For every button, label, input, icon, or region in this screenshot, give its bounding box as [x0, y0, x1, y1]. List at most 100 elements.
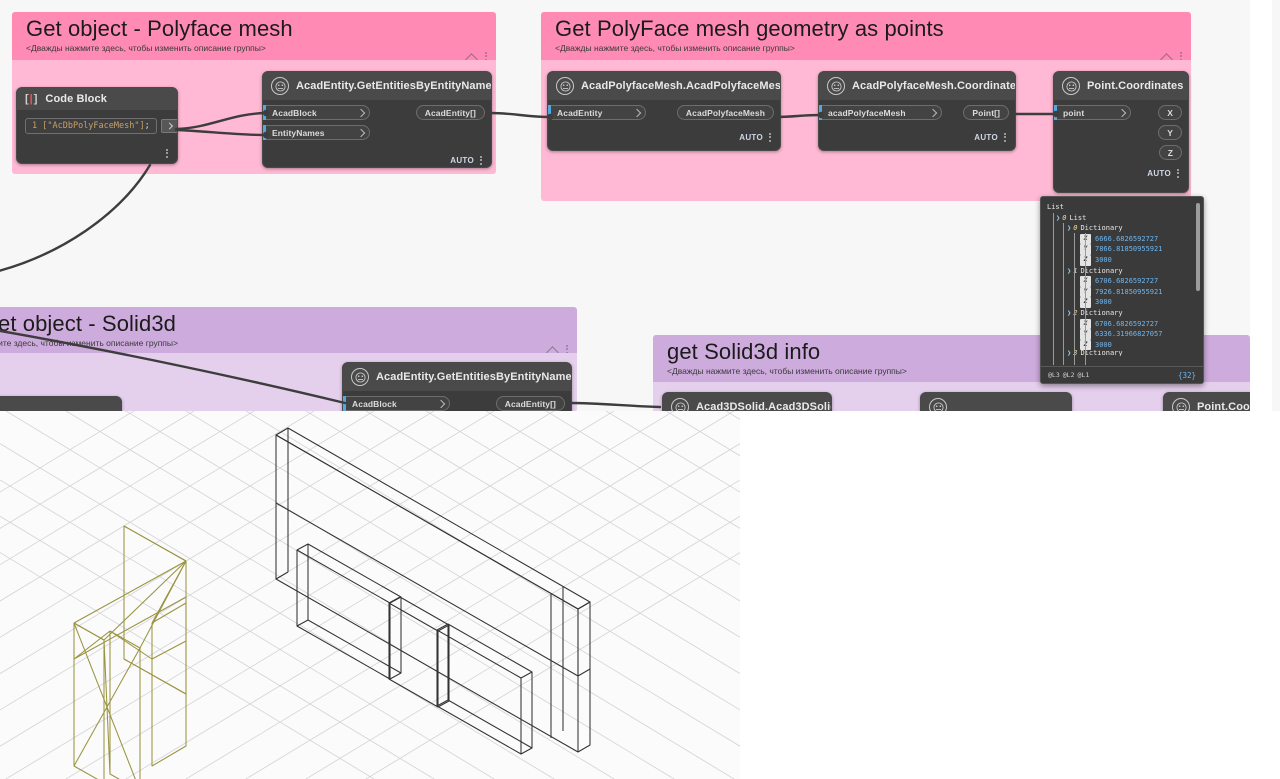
chevron-right-icon[interactable]: ❯	[1067, 308, 1071, 319]
preview-tree: List ❯ 0 List ❯ 0 Dictionary X 6666.6826…	[1041, 197, 1203, 356]
group-title: Get PolyFace mesh geometry as points	[555, 16, 944, 41]
code-editor-row[interactable]: 1 ["AcDbPolyFaceMesh"];	[17, 116, 177, 134]
group-header: et object - Solid3d жды нажмите здесь, ч…	[0, 307, 577, 354]
preview-kv-row: Y 6336.31966827057	[1047, 329, 1197, 340]
output-port-z[interactable]: Z	[1158, 145, 1182, 160]
preview-level-2[interactable]: @L2	[1063, 371, 1075, 379]
preview-value: 3000	[1095, 255, 1112, 264]
node-title: Point.Coordinates	[1087, 80, 1184, 92]
preview-dict-type: Dictionary	[1080, 266, 1123, 275]
node-acadpolyfacemesh-coordinates[interactable]: AcadPolyfaceMesh.Coordinates acadPolyfac…	[818, 71, 1016, 151]
output-ports: AcadEntity[]	[415, 105, 491, 120]
preview-value: 3000	[1095, 340, 1112, 349]
input-port-acadblock[interactable]: AcadBlock	[343, 396, 450, 411]
preview-kv-row: X 6706.6826592727	[1047, 276, 1197, 287]
node-options-icon[interactable]	[1004, 131, 1007, 143]
canvas-right-white-strip	[1250, 0, 1272, 420]
preview-scrollbar[interactable]	[1196, 203, 1200, 291]
preview-dict-row[interactable]: ❯ 0 Dictionary	[1047, 223, 1197, 234]
dynamo-graph-canvas[interactable]: Get object - Polyface mesh <Дважды нажми…	[0, 0, 1250, 420]
input-ports: point	[1054, 105, 1131, 120]
node-preview-popup[interactable]: List ❯ 0 List ❯ 0 Dictionary X 6666.6826…	[1040, 196, 1204, 384]
input-port-entitynames[interactable]: EntityNames	[263, 125, 370, 140]
preview-value: 6706.6826592727	[1095, 319, 1159, 328]
node-body: AcadEntity AcadPolyfaceMesh AUTO	[548, 100, 780, 149]
chevron-right-icon[interactable]: ❯	[1067, 350, 1071, 356]
node-acadentity-getentitiesbyentitynames-1[interactable]: AcadEntity.GetEntitiesByEntityNames Acad…	[262, 71, 492, 168]
node-header[interactable]: [|] Code Block	[17, 88, 177, 110]
chevron-right-icon[interactable]: ❯	[1067, 266, 1071, 277]
dynamo-3d-background-preview[interactable]	[0, 411, 740, 779]
preview-level-1[interactable]: @L1	[1078, 371, 1090, 379]
execution-mode-label: AUTO	[974, 132, 998, 142]
output-port-x[interactable]: X	[1158, 105, 1182, 120]
preview-item-count: {32}	[1177, 370, 1196, 380]
group-subtitle: <Дважды нажмите здесь, чтобы изменить оп…	[26, 43, 266, 53]
node-acadpolyfacemesh-constructor[interactable]: AcadPolyfaceMesh.AcadPolyfaceMesh AcadEn…	[547, 71, 781, 151]
polyface-mesh-wireframe	[73, 525, 187, 779]
node-code-block[interactable]: [|] Code Block 1 ["AcDbPolyFaceMesh"];	[16, 87, 178, 164]
node-header[interactable]: AcadEntity.GetEntitiesByEntityNames	[343, 363, 571, 391]
input-port-point[interactable]: point	[1054, 105, 1131, 120]
input-ports: acadPolyfaceMesh	[819, 105, 942, 120]
chevron-right-icon[interactable]: ❯	[1067, 223, 1071, 234]
node-options-icon[interactable]	[480, 154, 483, 166]
group-subtitle: жды нажмите здесь, чтобы изменить описан…	[0, 338, 178, 348]
execution-mode-label: AUTO	[1147, 168, 1171, 178]
node-body: point X Y Z AUTO	[1054, 100, 1188, 185]
node-header[interactable]: AcadPolyfaceMesh.Coordinates	[819, 72, 1015, 100]
output-port-point-array[interactable]: Point[]	[963, 105, 1009, 120]
group-header: Get PolyFace mesh geometry as points <Дв…	[541, 12, 1191, 61]
preview-sublist-index: 0	[1062, 213, 1067, 222]
output-port-acadpolyfacemesh[interactable]: AcadPolyfaceMesh	[676, 105, 774, 120]
node-ports: AcadBlock EntityNames AcadEntity[]	[263, 105, 491, 140]
node-options-icon[interactable]	[166, 147, 169, 159]
preview-value: 6336.31966827057	[1095, 330, 1163, 339]
node-options-icon[interactable]	[1177, 167, 1180, 179]
code-line-number: 1	[32, 121, 38, 131]
output-port-y[interactable]: Y	[1158, 125, 1182, 140]
node-body: acadPolyfaceMesh Point[] AUTO	[819, 100, 1015, 149]
chevron-right-icon[interactable]: ❯	[1056, 213, 1060, 224]
node-title: Code Block	[45, 93, 107, 105]
input-port-acadentity[interactable]: AcadEntity	[548, 105, 646, 120]
preview-kv-row: Y 7866.81850955921	[1047, 244, 1197, 255]
node-header[interactable]: Point.Coordinates	[1054, 72, 1188, 100]
output-port-acadentity-array[interactable]: AcadEntity[]	[415, 105, 485, 120]
preview-value: 6666.6826592727	[1095, 234, 1159, 243]
code-block-output-port[interactable]	[160, 119, 177, 133]
output-ports: X Y Z	[1158, 105, 1188, 160]
node-options-icon[interactable]	[769, 131, 772, 143]
preview-level-3[interactable]: @L3	[1048, 371, 1060, 379]
preview-kv-row: X 6706.6826592727	[1047, 318, 1197, 330]
preview-level-badges[interactable]: @L3 @L2 @L1	[1048, 371, 1089, 379]
dynamo-node-icon	[351, 368, 369, 386]
preview-tree-stem	[1074, 233, 1075, 365]
preview-dict-row[interactable]: ❯ 3 Dictionary	[1047, 350, 1197, 356]
preview-dict-row[interactable]: ❯ 1 Dictionary	[1047, 266, 1197, 277]
grid-lines	[0, 411, 740, 779]
node-footer	[17, 146, 177, 161]
preview-dict-row[interactable]: ❯ 2 Dictionary	[1047, 308, 1197, 319]
preview-value: 7926.81850955921	[1095, 287, 1163, 296]
input-port-acadpolyfacemesh[interactable]: acadPolyfaceMesh	[819, 105, 942, 120]
preview-sublist-row[interactable]: ❯ 0 List	[1047, 213, 1197, 224]
code-terminator: ;	[144, 121, 150, 131]
preview-tree-stem	[1063, 223, 1064, 365]
node-point-coordinates[interactable]: Point.Coordinates point X Y Z AUTO	[1053, 71, 1189, 193]
input-port-acadblock[interactable]: AcadBlock	[263, 105, 370, 120]
preview-kv-row: Y 7926.81850955921	[1047, 286, 1197, 298]
preview-root-label: List	[1047, 203, 1064, 211]
node-header[interactable]: AcadPolyfaceMesh.AcadPolyfaceMesh	[548, 72, 780, 100]
output-port-acadentity-array[interactable]: AcadEntity[]	[495, 396, 565, 411]
preview-dict-type: Dictionary	[1080, 308, 1123, 317]
node-title: AcadPolyfaceMesh.AcadPolyfaceMesh	[581, 80, 781, 92]
wire-codeblock-down-left	[0, 163, 152, 272]
input-ports: AcadBlock EntityNames	[263, 105, 370, 140]
canvas-far-right-strip	[1272, 0, 1280, 420]
preview-kv-row: X 6666.6826592727	[1047, 233, 1197, 245]
code-input[interactable]: 1 ["AcDbPolyFaceMesh"];	[25, 118, 157, 134]
node-header[interactable]: AcadEntity.GetEntitiesByEntityNames	[263, 72, 491, 100]
group-title: et object - Solid3d	[0, 311, 177, 336]
input-ports: AcadBlock	[343, 396, 450, 411]
